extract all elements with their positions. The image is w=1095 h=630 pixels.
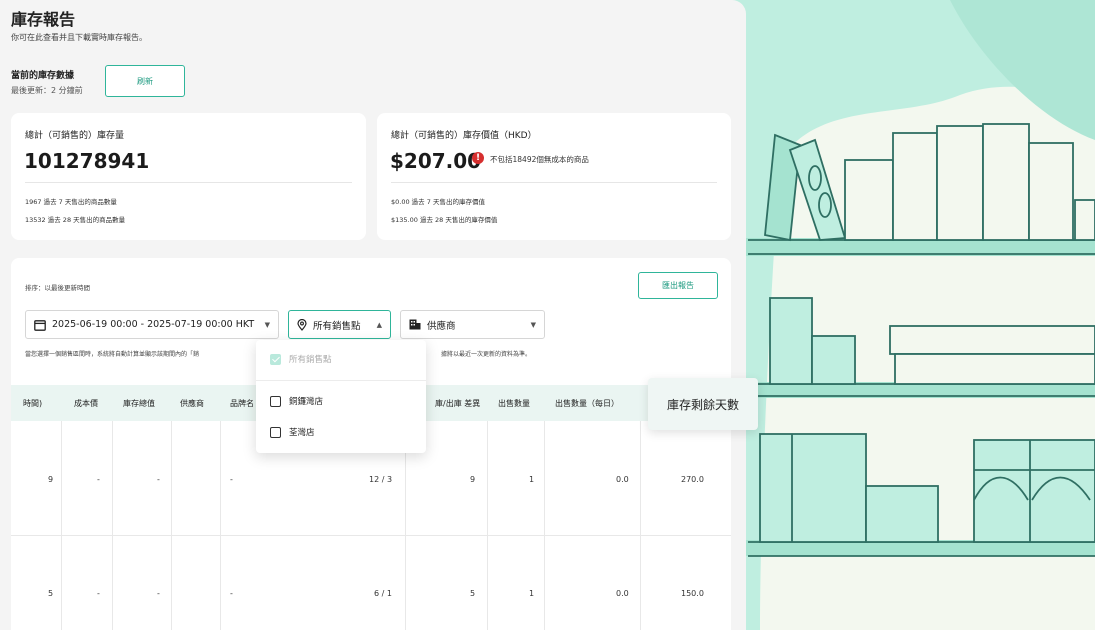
page-subtitle: 你可在此查看并且下載實時庫存報告。 bbox=[11, 33, 147, 42]
column-divider bbox=[487, 421, 488, 630]
dropdown-option-causeway-bay[interactable]: 銅鑼灣店 bbox=[270, 395, 323, 407]
supplier-select-text: 供應商 bbox=[427, 320, 456, 332]
dropdown-option-tsuen-wan[interactable]: 荃灣店 bbox=[270, 426, 315, 438]
calendar-icon bbox=[34, 319, 46, 331]
sort-text: 排序：以最後更新時間 bbox=[25, 284, 90, 292]
table-cell: 0.0 bbox=[616, 589, 629, 598]
table-cell: 9 bbox=[470, 475, 476, 484]
chevron-down-icon: ▼ bbox=[264, 320, 270, 329]
sales-period-hint-end: 據將以最近一次更新的資料為準。 bbox=[441, 351, 532, 358]
sold-28-days-quantity: 13532 過去 28 天售出的商品數量 bbox=[25, 216, 126, 224]
days-of-stock-remaining-column-callout: 庫存剩餘天數 bbox=[648, 378, 758, 430]
column-divider bbox=[61, 421, 62, 630]
row-divider bbox=[11, 535, 731, 536]
date-range-picker[interactable]: 2025-06-19 00:00 - 2025-07-19 00:00 HKT … bbox=[25, 310, 279, 339]
option-label: 荃灣店 bbox=[289, 428, 315, 438]
sold-7-days-quantity: 1967 過去 7 天售出的商品數量 bbox=[25, 198, 117, 206]
sold-7-days-value: $0.00 過去 7 天售出的庫存價值 bbox=[391, 198, 485, 206]
option-label: 銅鑼灣店 bbox=[289, 397, 324, 407]
table-cell: - bbox=[97, 475, 100, 484]
column-header[interactable]: 成本價 bbox=[74, 398, 98, 409]
supplier-select[interactable]: 供應商 ▼ bbox=[400, 310, 545, 339]
column-divider bbox=[171, 421, 172, 630]
location-pin-icon bbox=[297, 318, 307, 331]
warning-icon: ! bbox=[472, 152, 484, 164]
card-divider bbox=[25, 182, 352, 183]
sold-28-days-value: $135.00 過去 28 天售出的庫存價值 bbox=[391, 216, 498, 224]
table-cell: - bbox=[157, 475, 160, 484]
table-cell: 12 / 3 bbox=[369, 475, 393, 484]
dropdown-option-all-locations[interactable]: 所有銷售點 bbox=[270, 353, 332, 365]
checkbox-checked-icon[interactable] bbox=[270, 353, 281, 365]
table-cell: 270.0 bbox=[681, 475, 704, 484]
location-dropdown-menu: 所有銷售點 銅鑼灣店 荃灣店 bbox=[256, 340, 426, 453]
column-header[interactable]: 時間) bbox=[23, 398, 42, 409]
column-header[interactable]: 品牌名 bbox=[230, 398, 254, 409]
location-select-text: 所有銷售點 bbox=[313, 320, 361, 332]
column-divider bbox=[112, 421, 113, 630]
export-report-button[interactable]: 匯出報告 bbox=[638, 272, 718, 299]
checkbox-icon[interactable] bbox=[270, 395, 281, 407]
location-select[interactable]: 所有銷售點 ▲ bbox=[288, 310, 391, 339]
column-divider bbox=[220, 421, 221, 630]
page-title: 庫存報告 bbox=[11, 10, 76, 29]
chevron-down-icon: ▼ bbox=[530, 320, 536, 329]
dropdown-divider bbox=[256, 380, 426, 381]
current-data-title: 當前的庫存數據 bbox=[11, 71, 75, 81]
table-cell: 5 bbox=[470, 589, 476, 598]
stock-value-label: 總計（可銷售的）庫存價值（HKD） bbox=[391, 131, 537, 141]
table-cell: 1 bbox=[529, 475, 535, 484]
card-divider bbox=[391, 182, 717, 183]
column-header[interactable]: 出售數量 bbox=[498, 398, 530, 409]
column-divider bbox=[640, 421, 641, 630]
chevron-up-icon: ▲ bbox=[376, 320, 382, 329]
table-cell: 150.0 bbox=[681, 589, 704, 598]
table-cell: - bbox=[230, 475, 233, 484]
refresh-button[interactable]: 刷新 bbox=[105, 65, 185, 97]
column-header[interactable]: 庫存總值 bbox=[123, 398, 155, 409]
table-cell: 1 bbox=[529, 589, 535, 598]
stock-value-card: 總計（可銷售的）庫存價值（HKD） $207.00 ! 不包括18492個無成本… bbox=[377, 113, 731, 240]
table-cell: 9 bbox=[48, 475, 54, 484]
table-cell: 6 / 1 bbox=[374, 589, 392, 598]
stock-quantity-label: 總計（可銷售的）庫存量 bbox=[25, 131, 125, 141]
table-cell: - bbox=[97, 589, 100, 598]
sales-period-hint: 當您選擇一個銷售區間時，系統將自動計算並顯示該期間內的「銷 bbox=[25, 351, 200, 358]
building-icon bbox=[409, 319, 421, 330]
stock-quantity-value: 101278941 bbox=[24, 149, 150, 173]
inventory-report-panel: 庫存報告 你可在此查看并且下載實時庫存報告。 當前的庫存數據 最後更新：2 分鐘… bbox=[0, 0, 746, 630]
table-cell: 0.0 bbox=[616, 475, 629, 484]
stock-quantity-card: 總計（可銷售的）庫存量 101278941 1967 過去 7 天售出的商品數量… bbox=[11, 113, 366, 240]
warning-text: 不包括18492個無成本的商品 bbox=[490, 155, 589, 164]
last-updated-text: 最後更新：2 分鐘前 bbox=[11, 86, 83, 95]
column-header[interactable]: 庫/出庫 差異 bbox=[435, 398, 480, 409]
column-header[interactable]: 供應商 bbox=[180, 398, 204, 409]
table-cell: - bbox=[157, 589, 160, 598]
table-cell: - bbox=[230, 589, 233, 598]
date-range-text: 2025-06-19 00:00 - 2025-07-19 00:00 HKT bbox=[52, 319, 255, 330]
option-label: 所有銷售點 bbox=[289, 355, 332, 365]
column-header[interactable]: 出售數量（每日） bbox=[555, 398, 619, 409]
table-cell: 5 bbox=[48, 589, 54, 598]
checkbox-icon[interactable] bbox=[270, 426, 281, 438]
column-divider bbox=[544, 421, 545, 630]
stock-value-amount: $207.00 bbox=[390, 149, 482, 173]
